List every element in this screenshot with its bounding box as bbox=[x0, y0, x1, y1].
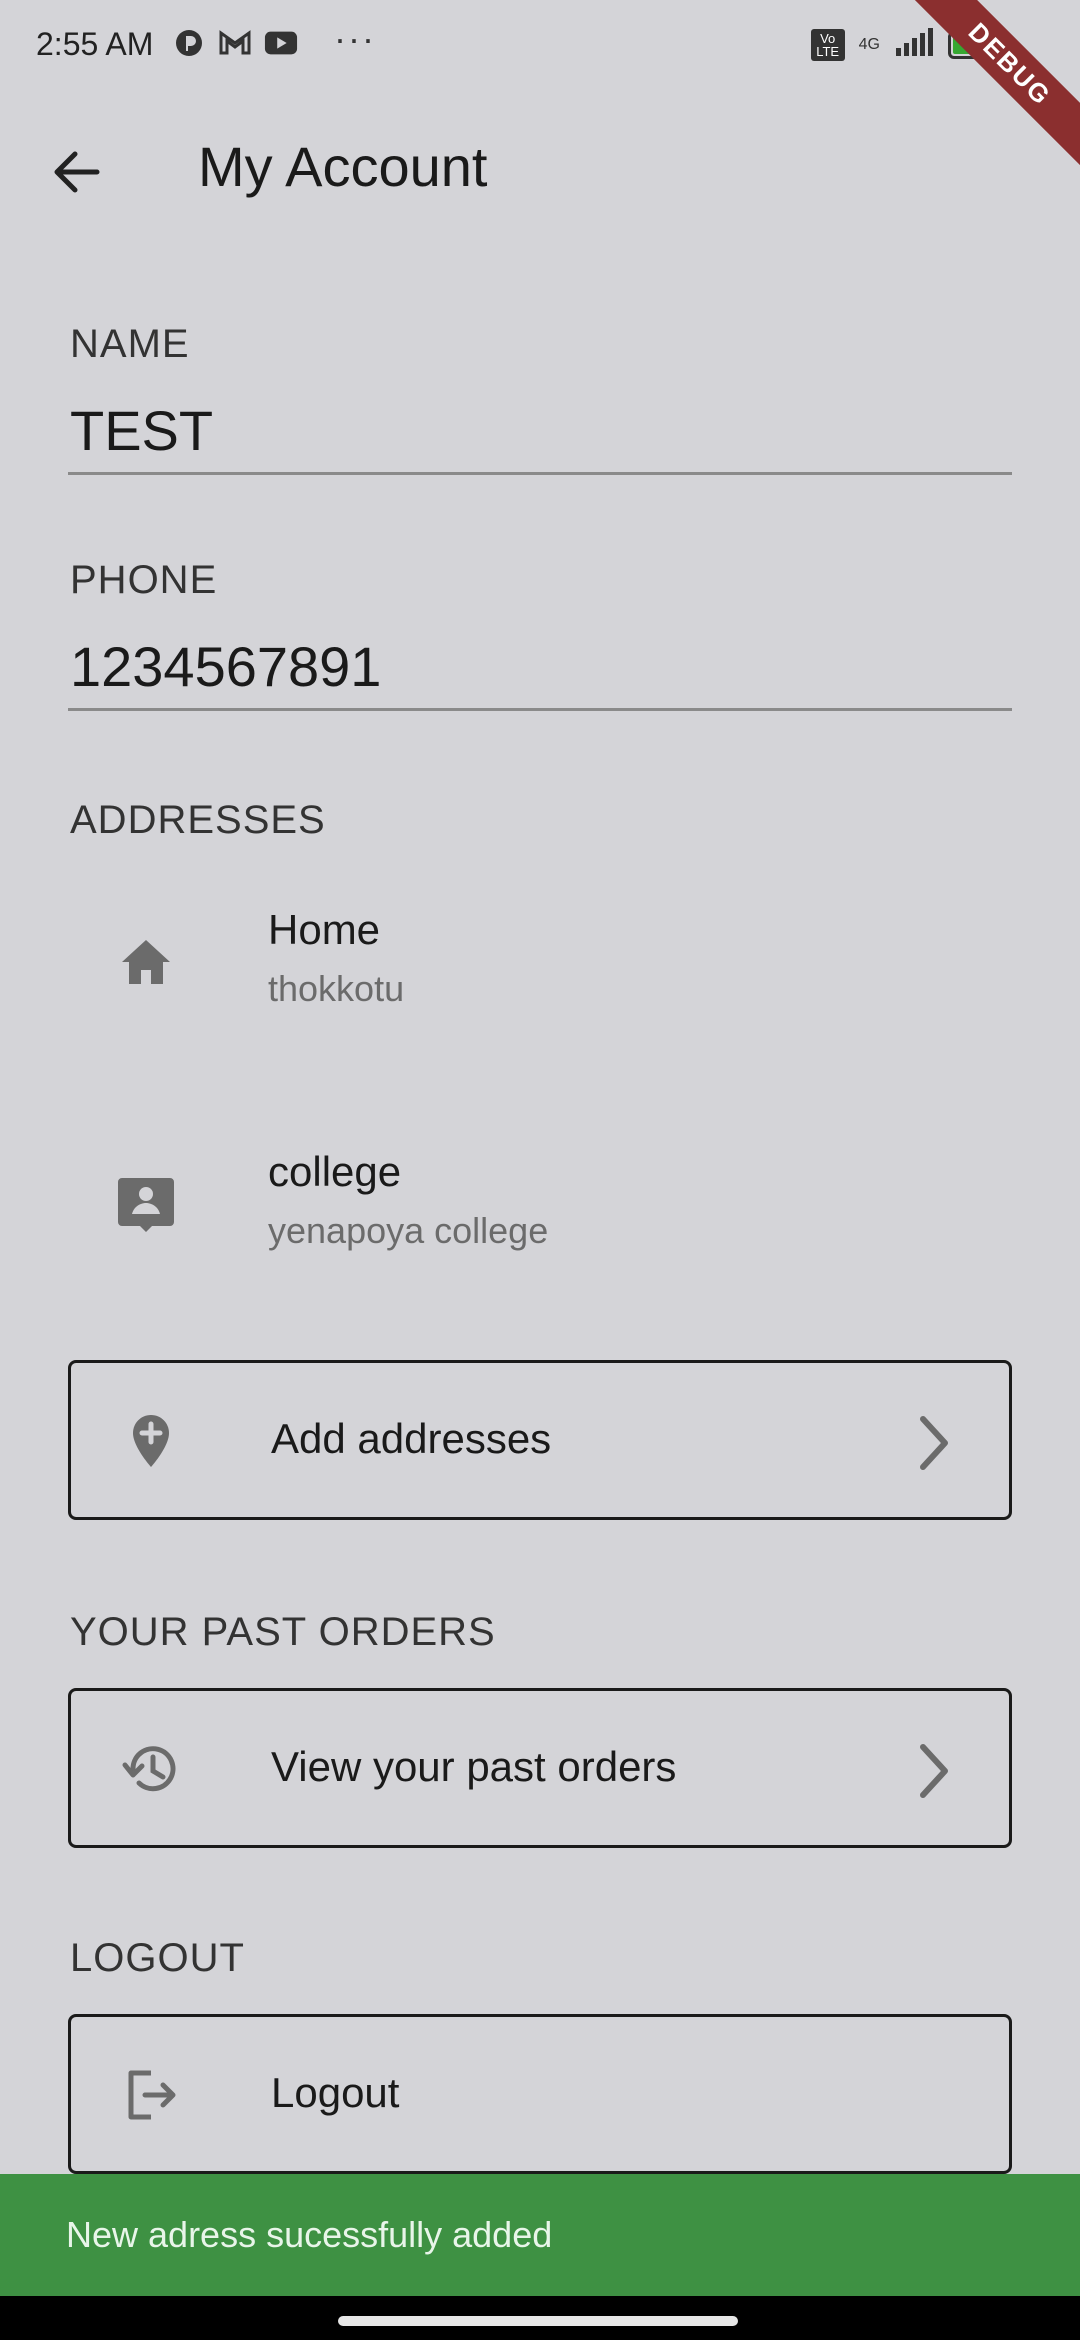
status-time: 2:55 AM bbox=[36, 26, 154, 62]
address-subtitle: thokkotu bbox=[268, 968, 405, 1009]
contact-card-icon bbox=[118, 1178, 174, 1232]
name-underline bbox=[68, 472, 1012, 475]
logout-label: Logout bbox=[271, 2069, 400, 2116]
address-item-home[interactable]: Home thokkotu bbox=[70, 888, 1010, 1038]
past-orders-label: YOUR PAST ORDERS bbox=[70, 1610, 496, 1654]
address-title: Home bbox=[268, 906, 381, 953]
phone-underline bbox=[68, 708, 1012, 711]
address-title: college bbox=[268, 1148, 402, 1195]
chevron-right-icon bbox=[920, 1744, 948, 1798]
network-type: 4G bbox=[858, 35, 880, 53]
notification-icons bbox=[172, 28, 298, 58]
add-location-icon bbox=[133, 1415, 169, 1467]
home-icon bbox=[122, 940, 170, 984]
logout-icon bbox=[128, 2070, 176, 2120]
signal-icon bbox=[894, 28, 934, 61]
add-addresses-label: Add addresses bbox=[271, 1415, 552, 1462]
history-icon bbox=[122, 1746, 176, 1792]
snackbar-message: New adress sucessfully added bbox=[66, 2214, 553, 2255]
app-notification-icon bbox=[172, 28, 206, 58]
volte-icon: Vo LTE bbox=[810, 28, 845, 61]
back-arrow-icon bbox=[54, 151, 100, 193]
gmail-icon bbox=[218, 28, 252, 58]
home-gesture-handle[interactable] bbox=[338, 2316, 738, 2326]
view-past-orders-label: View your past orders bbox=[271, 1743, 677, 1790]
youtube-icon bbox=[264, 28, 298, 58]
snackbar: New adress sucessfully added bbox=[0, 2174, 1080, 2296]
logout-button[interactable]: Logout bbox=[68, 2014, 1012, 2174]
chevron-right-icon bbox=[920, 1416, 948, 1470]
addresses-label: ADDRESSES bbox=[70, 798, 326, 842]
name-value[interactable]: TEST bbox=[70, 398, 213, 463]
address-item-college[interactable]: college yenapoya college bbox=[70, 1130, 1010, 1280]
status-bar: 2:55 AM ··· Vo LTE 4G 45 bbox=[0, 0, 1080, 96]
add-addresses-button[interactable]: Add addresses bbox=[68, 1360, 1012, 1520]
app-bar: My Account bbox=[0, 120, 1080, 220]
phone-label: PHONE bbox=[70, 558, 218, 602]
phone-value[interactable]: 1234567891 bbox=[70, 634, 381, 699]
more-notifications-icon: ··· bbox=[334, 18, 376, 59]
system-nav-bar bbox=[0, 2296, 1080, 2340]
back-button[interactable] bbox=[46, 142, 106, 202]
address-subtitle: yenapoya college bbox=[268, 1210, 549, 1251]
page-title: My Account bbox=[198, 135, 488, 198]
logout-section-label: LOGOUT bbox=[70, 1936, 245, 1980]
name-label: NAME bbox=[70, 322, 190, 366]
view-past-orders-button[interactable]: View your past orders bbox=[68, 1688, 1012, 1848]
